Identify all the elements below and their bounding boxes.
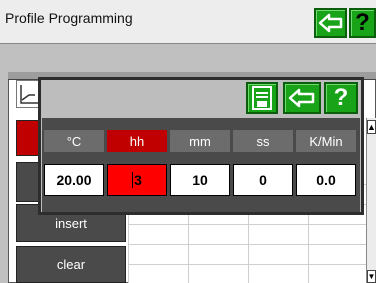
clear-button[interactable]: clear [16, 246, 126, 283]
seconds-field[interactable]: 0 [233, 164, 293, 196]
back-button[interactable] [314, 8, 347, 38]
question-mark-icon: ? [355, 9, 370, 36]
minutes-field[interactable]: 10 [170, 164, 230, 196]
header-rate: K/Min [296, 130, 356, 152]
help-button[interactable]: ? [349, 8, 376, 38]
scroll-down-icon[interactable]: ▼ [367, 270, 376, 283]
header-hours: hh [107, 130, 167, 152]
question-mark-icon: ? [333, 84, 349, 111]
arrow-left-icon [288, 88, 315, 108]
header-temperature: °C [44, 130, 104, 152]
save-button[interactable] [246, 82, 278, 114]
header-seconds: ss [233, 130, 293, 152]
text-cursor [132, 172, 134, 188]
dialog-help-button[interactable]: ? [324, 82, 358, 114]
vertical-scrollbar[interactable] [366, 118, 376, 283]
window-title: Profile Programming [5, 10, 133, 26]
scroll-up-icon[interactable]: ▲ [367, 120, 376, 134]
header-minutes: mm [170, 130, 230, 152]
save-icon [252, 86, 272, 110]
arrow-left-icon [318, 13, 342, 33]
hours-field[interactable]: 3 [107, 164, 167, 196]
temperature-field[interactable]: 20.00 [44, 164, 104, 196]
rate-field[interactable]: 0.0 [296, 164, 356, 196]
dialog-back-button[interactable] [283, 82, 321, 114]
hours-value: 3 [134, 172, 142, 188]
